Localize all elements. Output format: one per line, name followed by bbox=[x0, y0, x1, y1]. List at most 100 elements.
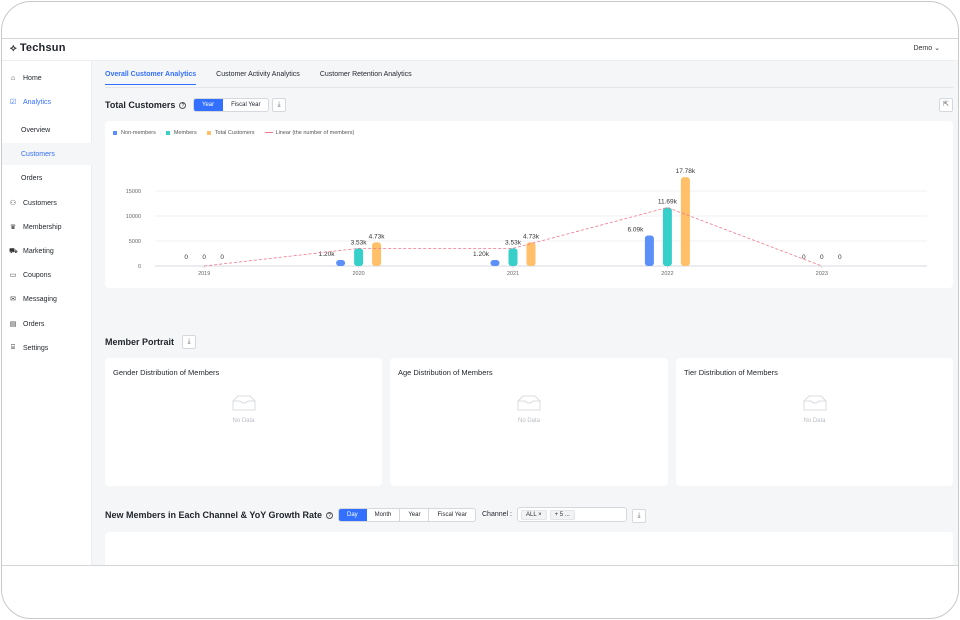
data-label: 1.20k bbox=[319, 251, 336, 258]
coupons-icon: ▭ bbox=[9, 272, 17, 279]
section-title-text: New Members in Each Channel & YoY Growth… bbox=[105, 510, 323, 520]
no-data-text: No Data bbox=[517, 418, 540, 424]
bar-total-customers bbox=[372, 242, 382, 266]
marketing-icon: ⛟ bbox=[9, 247, 18, 255]
x-tick-label: 2019 bbox=[198, 271, 210, 277]
sidebar-item-label: Membership bbox=[23, 223, 62, 231]
bar-non-members bbox=[490, 260, 500, 266]
sidebar-item-label: Orders bbox=[23, 320, 45, 328]
data-label: 0 bbox=[838, 254, 842, 261]
channel-select[interactable]: ALL × + 5 ... bbox=[517, 507, 627, 522]
tier-distribution-card: Tier Distribution of Members No Data bbox=[676, 358, 953, 486]
main-content: Overall Customer Analytics Customer Acti… bbox=[93, 61, 958, 565]
sidebar-item-orders-analytics[interactable]: Orders bbox=[2, 167, 92, 189]
sidebar-item-customers[interactable]: ⚇ Customers bbox=[2, 192, 92, 214]
period-fiscal-year-button[interactable]: Fiscal Year bbox=[223, 99, 268, 111]
data-label: 1.20k bbox=[473, 251, 490, 258]
sidebar-item-orders[interactable]: ▤ Orders bbox=[2, 313, 92, 335]
channel-tag-more[interactable]: + 5 ... bbox=[549, 509, 575, 520]
period-day-button[interactable]: Day bbox=[339, 509, 367, 521]
card-title: Tier Distribution of Members bbox=[684, 368, 778, 377]
download-icon[interactable]: ⤓ bbox=[272, 98, 286, 112]
orders-icon: ▤ bbox=[9, 321, 17, 328]
x-tick-label: 2022 bbox=[661, 271, 673, 277]
sidebar-item-customers-analytics[interactable]: Customers bbox=[2, 143, 92, 165]
sidebar-item-coupons[interactable]: ▭ Coupons bbox=[2, 264, 92, 286]
device-frame: ⟡ Techsun Demo ⌄ ⌂ Home ☑ Analytics Over… bbox=[1, 1, 959, 619]
data-label: 11.69k bbox=[658, 199, 678, 206]
data-label: 4.73k bbox=[369, 233, 386, 240]
channel-label: Channel : bbox=[482, 511, 512, 518]
top-bar: ⟡ Techsun Demo ⌄ bbox=[2, 39, 958, 61]
sidebar-item-analytics[interactable]: ☑ Analytics bbox=[2, 91, 92, 113]
x-tick-label: 2023 bbox=[816, 271, 828, 277]
sidebar-item-label: Settings bbox=[23, 344, 49, 352]
data-label: 0 bbox=[220, 254, 224, 261]
data-label: 6.09k bbox=[627, 227, 644, 234]
sidebar-item-membership[interactable]: ♛ Membership bbox=[2, 216, 92, 238]
sidebar-item-label: Customers bbox=[21, 150, 55, 158]
user-menu[interactable]: Demo ⌄ bbox=[913, 44, 940, 52]
data-label: 0 bbox=[202, 254, 206, 261]
download-icon[interactable]: ⤓ bbox=[632, 509, 646, 523]
sidebar-item-label: Messaging bbox=[23, 295, 57, 303]
bar-members bbox=[354, 248, 364, 266]
member-portrait-title: Member Portrait bbox=[105, 337, 174, 347]
channel-tag-all[interactable]: ALL × bbox=[521, 509, 547, 520]
membership-icon: ♛ bbox=[9, 224, 17, 231]
new-members-period-toggle: Day Month Year Fiscal Year bbox=[338, 508, 476, 522]
chevron-down-icon: ⌄ bbox=[934, 45, 940, 52]
help-icon[interactable]: ? bbox=[326, 511, 334, 519]
tag-label: ALL bbox=[526, 511, 537, 518]
y-tick-label: 10000 bbox=[126, 214, 141, 220]
export-icon[interactable]: ⇱ bbox=[939, 98, 953, 112]
help-icon[interactable]: ? bbox=[179, 101, 187, 109]
data-label: 3.53k bbox=[351, 239, 368, 246]
download-icon[interactable]: ⤓ bbox=[182, 335, 196, 349]
tabs-divider bbox=[105, 87, 953, 88]
messaging-icon: ✉ bbox=[10, 296, 16, 303]
period-year-button[interactable]: Year bbox=[194, 99, 224, 111]
period-fiscal-year-button[interactable]: Fiscal Year bbox=[429, 509, 474, 521]
empty-box-icon bbox=[517, 395, 541, 411]
bar-non-members bbox=[644, 235, 654, 266]
data-label: 0 bbox=[184, 254, 188, 261]
card-title: Gender Distribution of Members bbox=[113, 368, 220, 377]
sidebar-item-label: Marketing bbox=[23, 247, 54, 255]
x-tick-label: 2021 bbox=[507, 271, 519, 277]
sidebar-item-messaging[interactable]: ✉ Messaging bbox=[2, 288, 92, 310]
sidebar-item-overview[interactable]: Overview bbox=[2, 119, 92, 141]
sidebar-item-label: Coupons bbox=[23, 271, 52, 279]
data-label: 3.53k bbox=[505, 239, 522, 246]
close-icon[interactable]: × bbox=[538, 512, 542, 518]
total-customers-chart: 0 5000 10000 15000 2019 2020 2021 2022 2023 0 1.20… bbox=[126, 168, 927, 277]
total-customers-chart-card: Non-members Members Total Customers Line… bbox=[105, 121, 953, 288]
data-label: 17.78k bbox=[676, 168, 696, 175]
analytics-icon: ☑ bbox=[9, 99, 17, 106]
bar-non-members bbox=[336, 260, 346, 266]
section-title-text: Member Portrait bbox=[105, 337, 175, 347]
settings-icon: ⌸ bbox=[10, 344, 16, 351]
no-data-text: No Data bbox=[803, 418, 826, 424]
y-tick-label: 15000 bbox=[126, 189, 141, 195]
tab-customer-activity-analytics[interactable]: Customer Activity Analytics bbox=[216, 71, 300, 85]
sidebar-item-settings[interactable]: ⌸ Settings bbox=[2, 337, 92, 359]
sidebar-item-home[interactable]: ⌂ Home bbox=[2, 67, 92, 89]
gender-distribution-card: Gender Distribution of Members No Data bbox=[105, 358, 382, 486]
sidebar-item-marketing[interactable]: ⛟ Marketing bbox=[2, 240, 92, 262]
tab-overall-customer-analytics[interactable]: Overall Customer Analytics bbox=[105, 71, 197, 85]
no-data-text: No Data bbox=[232, 418, 255, 424]
app-screen: ⟡ Techsun Demo ⌄ ⌂ Home ☑ Analytics Over… bbox=[2, 38, 958, 566]
bar-total-customers bbox=[526, 242, 536, 266]
sidebar-item-label: Home bbox=[23, 74, 42, 82]
data-label: 0 bbox=[820, 254, 824, 261]
tab-customer-retention-analytics[interactable]: Customer Retention Analytics bbox=[320, 71, 412, 85]
sidebar-item-label: Customers bbox=[23, 199, 57, 207]
period-month-button[interactable]: Month bbox=[367, 509, 401, 521]
period-year-button[interactable]: Year bbox=[400, 509, 430, 521]
user-name: Demo bbox=[913, 45, 933, 52]
logo[interactable]: ⟡ Techsun bbox=[10, 42, 66, 54]
data-label: 4.73k bbox=[523, 233, 540, 240]
empty-box-icon bbox=[232, 395, 255, 411]
sidebar: ⌂ Home ☑ Analytics Overview Customers Or… bbox=[2, 61, 92, 565]
